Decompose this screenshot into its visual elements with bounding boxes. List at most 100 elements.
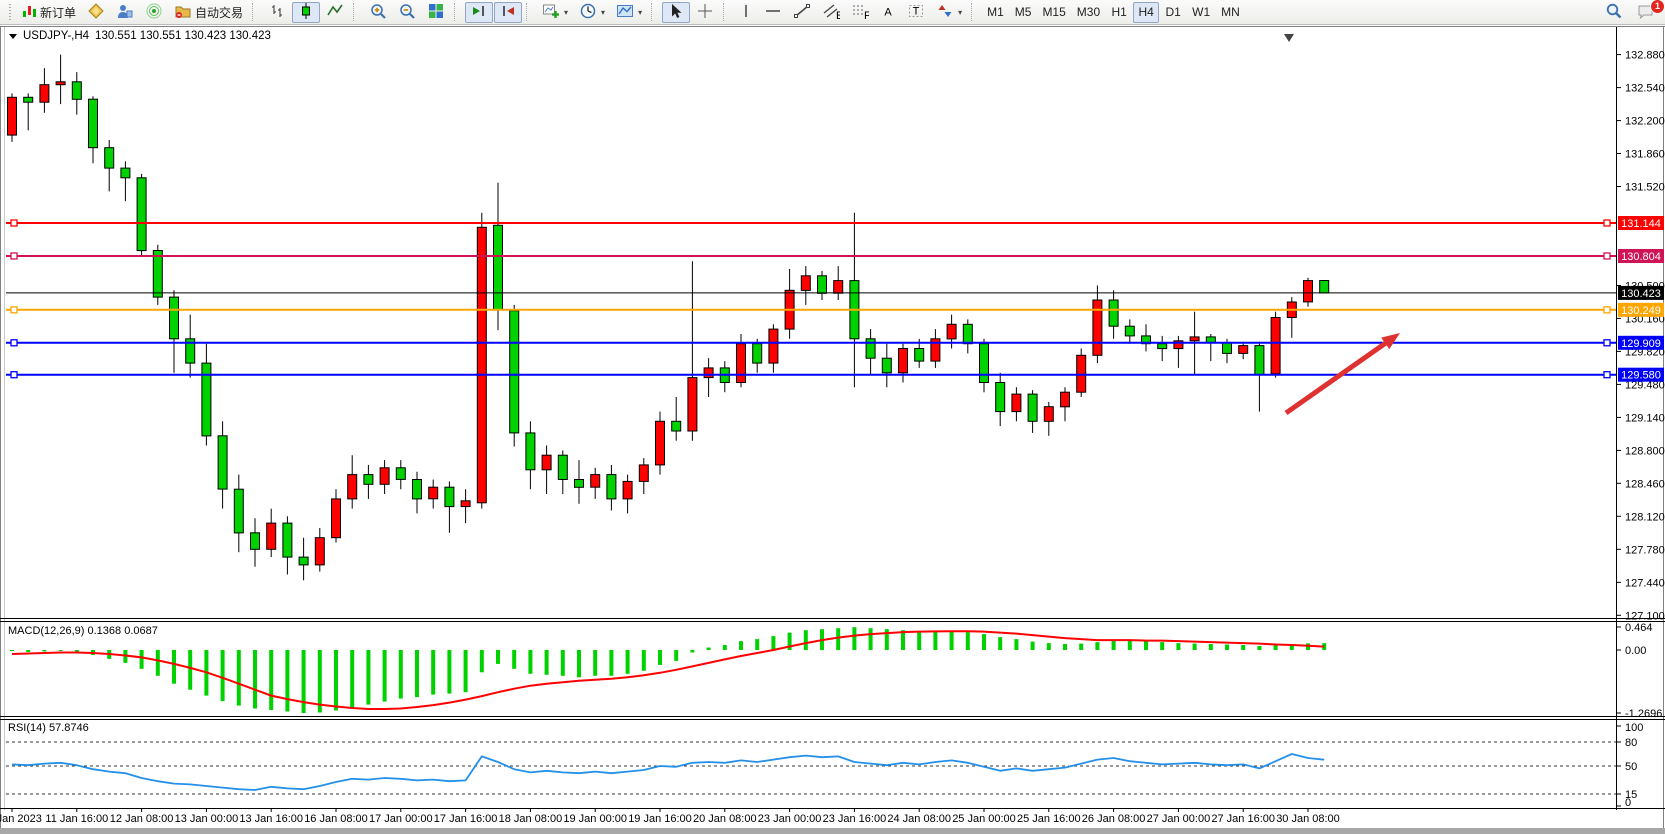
candle-body [542, 455, 551, 470]
fibonacci-button[interactable]: F [846, 2, 874, 23]
candle-body [283, 523, 292, 557]
person-icon [116, 2, 134, 23]
zoom-in-button[interactable] [364, 2, 392, 23]
candle-body [267, 523, 276, 549]
candle-body [89, 99, 98, 148]
price-tick-label: 128.460 [1625, 478, 1665, 490]
vertical-line-button[interactable] [734, 2, 758, 23]
symbol-dropdown-icon[interactable] [9, 34, 17, 39]
horizontal-line-button[interactable] [759, 2, 787, 23]
candle-body [882, 358, 891, 373]
line-anchor-handle[interactable] [1604, 307, 1610, 313]
line-anchor-handle[interactable] [11, 253, 17, 259]
periods-button[interactable]: ▾ [574, 2, 610, 23]
price-tick-label: 128.120 [1625, 511, 1665, 523]
candle-body [251, 533, 260, 550]
symbol-period-label: USDJPY-,H4 [23, 30, 89, 42]
timeframe-label: H1 [1111, 5, 1126, 19]
new-order-label: 新订单 [40, 4, 76, 21]
price-badge-label: 129.580 [1621, 370, 1661, 382]
timeframe-w1-button[interactable]: W1 [1187, 2, 1215, 23]
search-button[interactable] [1600, 2, 1628, 23]
macd-histogram-bar [545, 650, 549, 675]
candle-body [461, 501, 470, 507]
candle-body [963, 324, 972, 343]
trendline-button[interactable] [788, 2, 816, 23]
line-anchor-handle[interactable] [1604, 253, 1610, 259]
cursor-icon [667, 2, 685, 23]
text-button[interactable]: A [875, 2, 901, 23]
timeframe-mn-button[interactable]: MN [1216, 2, 1245, 23]
timeframe-h1-button[interactable]: H1 [1106, 2, 1132, 23]
cursor-button[interactable] [662, 2, 690, 23]
candle-body [834, 281, 843, 294]
crosshair-button[interactable] [691, 2, 719, 23]
signals-button[interactable] [140, 2, 168, 23]
macd-histogram-bar [739, 641, 743, 650]
community-button[interactable] [111, 2, 139, 23]
price-tick-label: 132.540 [1625, 83, 1665, 95]
channel-button[interactable]: E [817, 2, 845, 23]
candle-body [396, 468, 405, 480]
candle-body [915, 349, 924, 362]
text-label-button[interactable]: T [902, 2, 930, 23]
candlestick-button[interactable] [292, 2, 320, 23]
line-anchor-handle[interactable] [11, 340, 17, 346]
zoom-out-button[interactable] [393, 2, 421, 23]
candle-body [56, 82, 65, 85]
macd-histogram-bar [642, 650, 646, 671]
toolbar-separator [651, 3, 658, 21]
new-chart-button[interactable]: ▾ [537, 2, 573, 23]
toolbar-separator [526, 3, 533, 21]
trendline-icon [793, 2, 811, 23]
price-tick-label: 127.100 [1625, 610, 1665, 622]
macd-histogram-bar [626, 650, 630, 674]
bar-chart-button[interactable] [263, 2, 291, 23]
line-anchor-handle[interactable] [11, 220, 17, 226]
candle-body [526, 433, 535, 470]
line-anchor-handle[interactable] [11, 372, 17, 378]
arrows-button[interactable]: ▾ [931, 2, 967, 23]
macd-histogram-bar [399, 650, 403, 699]
price-tick-label: 129.140 [1625, 412, 1665, 424]
candle-body [105, 148, 114, 168]
time-tick-label: 17 Jan 16:00 [434, 813, 498, 825]
time-tick-label: 13 Jan 00:00 [175, 813, 239, 825]
new-order-button[interactable]: 新订单 [16, 2, 81, 23]
timeframe-h4-button[interactable]: H4 [1133, 2, 1159, 23]
tile-windows-button[interactable] [422, 2, 450, 23]
time-tick-label: 25 Jan 00:00 [952, 813, 1016, 825]
time-tick-label: 19 Jan 16:00 [628, 813, 692, 825]
timeframe-m1-button[interactable]: M1 [982, 2, 1009, 23]
line-anchor-handle[interactable] [11, 307, 17, 313]
candle-body [445, 487, 454, 506]
line-chart-icon [326, 2, 344, 23]
candle-body [1320, 281, 1329, 293]
macd-histogram-bar [1176, 643, 1180, 650]
editor-button[interactable] [82, 2, 110, 23]
candlestick-icon [297, 2, 315, 23]
line-anchor-handle[interactable] [1604, 372, 1610, 378]
candle-body [769, 329, 778, 363]
auto-scroll-button[interactable] [465, 2, 493, 23]
timeframe-m15-button[interactable]: M15 [1037, 2, 1070, 23]
macd-histogram-bar [1241, 645, 1245, 650]
templates-button[interactable]: ▾ [611, 2, 647, 23]
candle-body [218, 436, 227, 489]
timeframe-d1-button[interactable]: D1 [1160, 2, 1186, 23]
chart-canvas[interactable]: 132.880132.540132.200131.860131.520130.5… [0, 0, 1665, 834]
tile-windows-icon [427, 2, 445, 23]
timeframe-m5-button[interactable]: M5 [1010, 2, 1037, 23]
macd-histogram-bar [593, 650, 597, 676]
autotrade-button[interactable]: 自动交易 [169, 2, 248, 23]
timeframe-m30-button[interactable]: M30 [1072, 2, 1105, 23]
rsi-indicator-label: RSI(14) 57.8746 [8, 722, 89, 734]
chat-button[interactable]: 1 [1632, 2, 1661, 23]
chart-shift-button[interactable] [494, 2, 522, 23]
macd-histogram-bar [156, 650, 160, 676]
line-chart-button[interactable] [321, 2, 349, 23]
line-anchor-handle[interactable] [1604, 220, 1610, 226]
candle-body [40, 85, 49, 103]
line-anchor-handle[interactable] [1604, 340, 1610, 346]
candle-body [688, 378, 697, 431]
